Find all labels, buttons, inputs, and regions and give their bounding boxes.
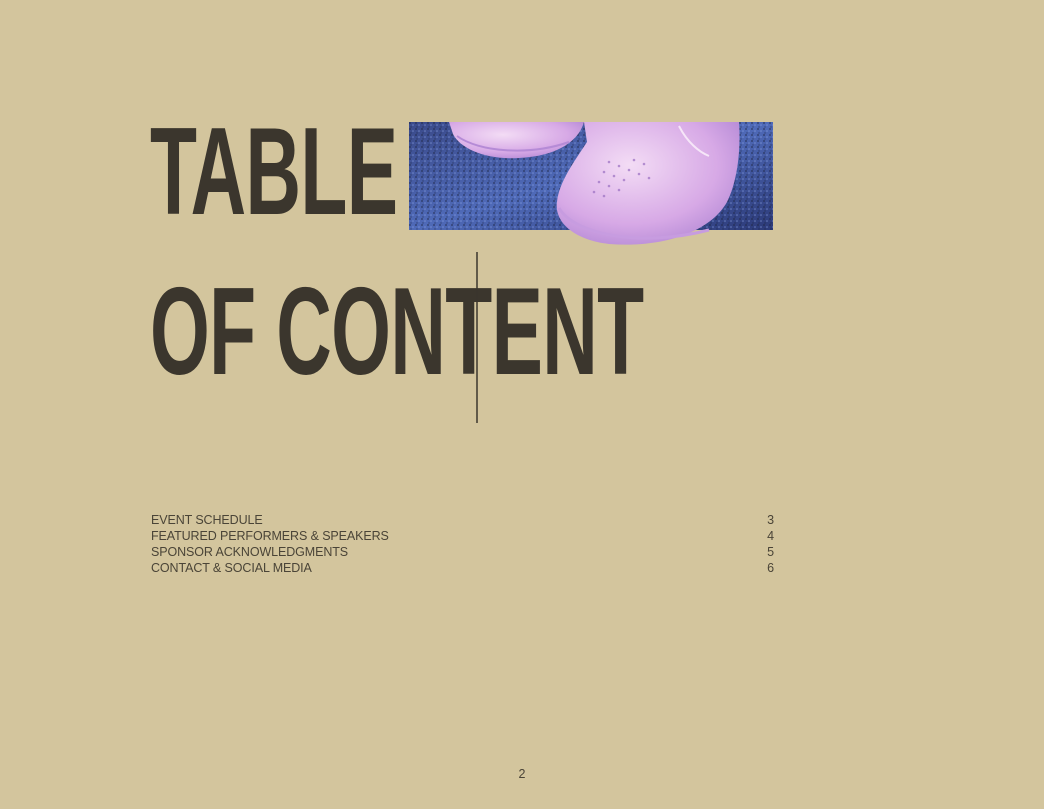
toc-entry[interactable]: EVENT SCHEDULE 3 [151, 512, 774, 528]
toc-entry-label: SPONSOR ACKNOWLEDGMENTS [151, 545, 349, 559]
heading-line-2: OF CONTENT [150, 263, 644, 401]
heading-line-1: TABLE [150, 103, 398, 241]
sneakers-photo [409, 122, 773, 245]
vertical-divider [476, 252, 478, 423]
toc-entry[interactable]: SPONSOR ACKNOWLEDGMENTS 5 [151, 544, 774, 560]
toc-entry-page: 5 [767, 545, 774, 559]
toc-entry-label: CONTACT & SOCIAL MEDIA [151, 561, 312, 575]
toc-entry-page: 3 [767, 513, 774, 527]
page-number: 2 [518, 767, 526, 781]
toc-entry-page: 6 [767, 561, 774, 575]
toc-entry[interactable]: CONTACT & SOCIAL MEDIA 6 [151, 560, 774, 576]
toc-entry-page: 4 [767, 529, 774, 543]
toc-entry-label: EVENT SCHEDULE [151, 513, 263, 527]
toc-entry-label: FEATURED PERFORMERS & SPEAKERS [151, 529, 389, 543]
toc-entry[interactable]: FEATURED PERFORMERS & SPEAKERS 4 [151, 528, 774, 544]
toc-list: EVENT SCHEDULE 3 FEATURED PERFORMERS & S… [151, 512, 774, 576]
